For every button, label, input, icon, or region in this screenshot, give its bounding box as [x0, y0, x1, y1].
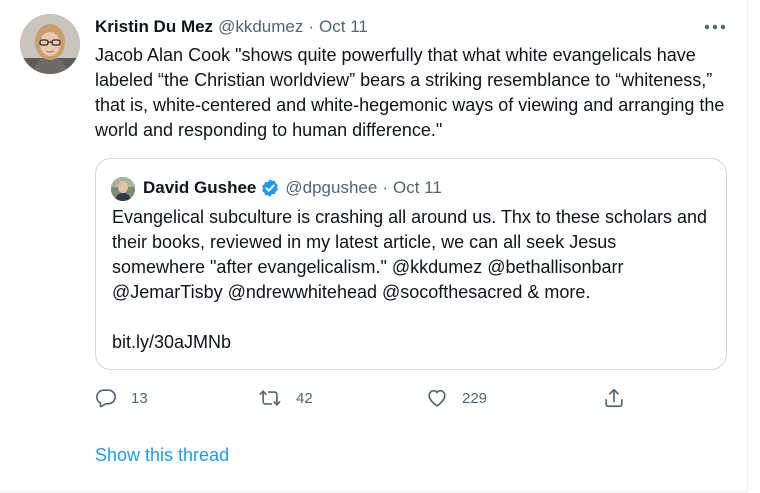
like-count: 229 — [462, 389, 488, 407]
quoted-tweet-text: Evangelical subculture is crashing all a… — [112, 207, 708, 302]
quoted-tweet-header: David Gushee @dpgushee · Oct 11 — [143, 176, 442, 200]
quoted-avatar[interactable] — [111, 177, 135, 201]
quoted-tweet-body: Evangelical subculture is crashing all a… — [112, 205, 712, 355]
avatar[interactable] — [20, 14, 80, 74]
more-options-button[interactable] — [700, 16, 730, 38]
like-button[interactable]: 229 — [426, 386, 487, 410]
quoted-tweet-date[interactable]: Oct 11 — [393, 178, 442, 198]
author-handle[interactable]: @kkdumez — [218, 17, 303, 37]
quoted-tweet[interactable]: David Gushee @dpgushee · Oct 11 Evangeli… — [95, 158, 727, 370]
ellipsis-icon — [704, 24, 726, 30]
tweet-text: Jacob Alan Cook "shows quite powerfully … — [95, 45, 725, 140]
show-thread-link[interactable]: Show this thread — [95, 445, 229, 466]
author-name[interactable]: Kristin Du Mez — [95, 17, 213, 37]
share-button[interactable] — [603, 386, 625, 410]
action-bar: 13 42 229 — [95, 386, 655, 410]
quoted-tweet-link[interactable]: bit.ly/30aJMNb — [112, 330, 712, 355]
quoted-avatar-photo — [111, 177, 135, 201]
tweet-header: Kristin Du Mez @kkdumez · Oct 11 — [95, 16, 368, 38]
retweet-count: 42 — [296, 389, 313, 407]
quoted-author-handle[interactable]: @dpgushee — [285, 178, 377, 198]
retweet-button[interactable]: 42 — [258, 386, 313, 410]
share-icon — [605, 388, 623, 408]
quoted-author-name[interactable]: David Gushee — [143, 178, 256, 198]
quoted-date-separator: · — [382, 178, 388, 197]
retweet-icon — [259, 390, 281, 406]
heart-icon — [428, 389, 446, 407]
tweet-date[interactable]: Oct 11 — [319, 17, 368, 37]
tweet[interactable]: Kristin Du Mez @kkdumez · Oct 11 Jacob A… — [0, 0, 748, 493]
date-separator: · — [308, 17, 315, 36]
reply-count: 13 — [131, 389, 148, 407]
reply-button[interactable]: 13 — [95, 386, 148, 410]
reply-icon — [96, 389, 116, 408]
verified-badge-icon — [262, 179, 279, 197]
avatar-photo — [20, 14, 80, 74]
